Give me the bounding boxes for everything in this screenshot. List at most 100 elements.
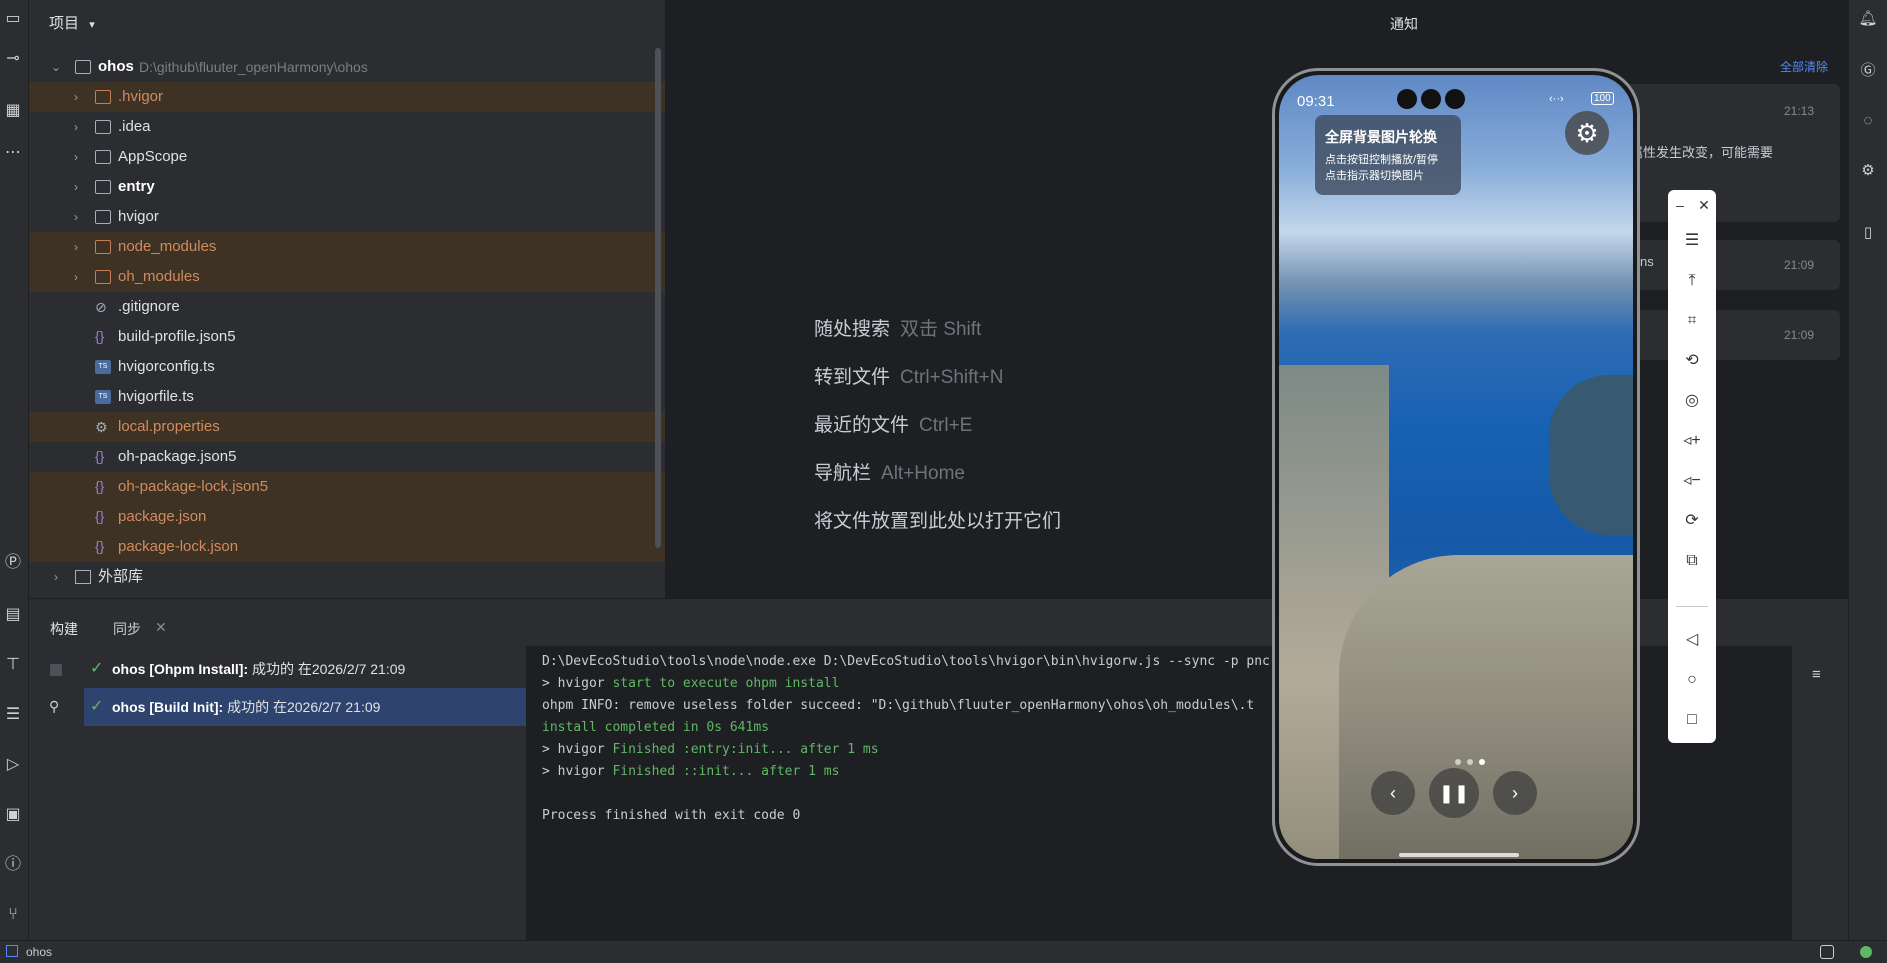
ai-icon[interactable]	[1820, 945, 1834, 959]
close-icon[interactable]: ✕	[155, 619, 167, 636]
folder-icon	[95, 120, 111, 134]
tree-item[interactable]: › entry	[29, 172, 665, 202]
pause-button[interactable]: ❚❚	[1429, 768, 1479, 818]
tree-item[interactable]: {} oh-package.json5	[29, 442, 665, 472]
todo-icon[interactable]: ☰	[2, 704, 24, 726]
device-manager-icon[interactable]: ⚙	[1857, 160, 1879, 182]
menu-icon[interactable]: ☰	[1668, 226, 1716, 256]
tree-item[interactable]: TS hvigorfile.ts	[29, 382, 665, 412]
volume-down-icon[interactable]: ◃−	[1668, 466, 1716, 496]
typescript-file-icon: TS	[95, 390, 111, 404]
rotate-icon[interactable]: ⟲	[1668, 346, 1716, 376]
tree-external-libraries[interactable]: › 外部库	[29, 562, 665, 592]
home-icon[interactable]: ○	[1668, 665, 1716, 695]
chevron-right-icon[interactable]: ›	[49, 562, 63, 592]
layout-icon[interactable]: ▤	[2, 604, 24, 626]
clear-all-link[interactable]: 全部清除	[1780, 58, 1828, 75]
module-icon	[6, 945, 18, 957]
status-project[interactable]: ohos	[26, 941, 52, 963]
build-side-toolbar: ⚲	[29, 646, 84, 940]
commit-icon[interactable]: ⊸	[2, 48, 24, 70]
chevron-right-icon[interactable]: ›	[69, 202, 83, 232]
indicator-dot[interactable]	[1455, 759, 1461, 765]
tree-root[interactable]: ⌄ ohos D:\github\fluuter_openHarmony\oho…	[29, 52, 665, 82]
tree-item[interactable]: › AppScope	[29, 142, 665, 172]
battery-icon: 100	[1591, 92, 1614, 105]
chevron-right-icon[interactable]: ›	[69, 232, 83, 262]
tree-item[interactable]: {} package-lock.json	[29, 532, 665, 562]
next-button[interactable]: ›	[1493, 771, 1537, 815]
chevron-right-icon[interactable]: ›	[69, 142, 83, 172]
console-green-text: start to execute ohpm install	[612, 676, 840, 691]
tree-item[interactable]: ⚙ local.properties	[29, 412, 665, 442]
pin-icon[interactable]: ⚲	[49, 698, 59, 715]
notification-time: 21:09	[1784, 328, 1815, 342]
tree-item[interactable]: {} build-profile.json5	[29, 322, 665, 352]
chevron-down-icon[interactable]: ⌄	[49, 52, 63, 82]
console-line: install completed in 0s 641ms	[542, 720, 769, 735]
recents-icon[interactable]: □	[1668, 705, 1716, 735]
console-line: ohpm INFO: remove useless folder succeed…	[542, 698, 1254, 713]
minimize-icon[interactable]: –	[1668, 190, 1692, 220]
run-icon[interactable]: ▷	[2, 754, 24, 776]
settings-gear-icon[interactable]: ⚙	[1565, 111, 1609, 155]
problems-icon[interactable]: ⓘ	[2, 854, 24, 876]
success-check-icon: ✓	[90, 660, 104, 677]
build-icon[interactable]: ⊤	[2, 654, 24, 676]
console-text: D:\DevEcoStudio\tools\node\node.exe D:\D…	[542, 654, 1255, 669]
project-scrollbar[interactable]	[655, 48, 661, 548]
chevron-right-icon[interactable]: ›	[69, 172, 83, 202]
editor-hint: 导航栏 Alt+Home	[814, 458, 965, 485]
tree-item[interactable]: {} package.json	[29, 502, 665, 532]
tree-item-label: .idea	[118, 118, 151, 135]
more-icon[interactable]: ⋯	[2, 142, 24, 164]
stop-icon[interactable]	[50, 664, 62, 676]
crop-icon[interactable]: ⌗	[1668, 306, 1716, 336]
fold-icon[interactable]: ⧉	[1668, 546, 1716, 576]
plugin-p-icon[interactable]: Ⓟ	[2, 552, 24, 574]
tree-item[interactable]: › node_modules	[29, 232, 665, 262]
soft-wrap-icon[interactable]: ≡	[1812, 666, 1821, 683]
git-icon[interactable]: ⑂	[2, 904, 24, 926]
chevron-right-icon[interactable]: ›	[69, 82, 83, 112]
indicator-dot-active[interactable]	[1479, 759, 1485, 765]
chevron-right-icon[interactable]: ›	[69, 262, 83, 292]
tree-item[interactable]: › .hvigor	[29, 82, 665, 112]
hint-action: 随处搜索	[814, 319, 891, 340]
terminal-icon[interactable]: ▣	[2, 804, 24, 826]
tree-item[interactable]: › .idea	[29, 112, 665, 142]
tab-sync[interactable]: 同步	[113, 619, 141, 639]
back-icon[interactable]: ◁	[1668, 625, 1716, 655]
emulator-toolbar: – ✕ ☰ ⤒ ⌗ ⟲ ◎ ◃+ ◃− ⟳ ⧉ ◁ ○ □	[1668, 190, 1716, 743]
project-view-selector[interactable]: 项目 ▾	[49, 12, 95, 33]
notifications-title: 通知	[1390, 16, 1418, 32]
chevron-right-icon[interactable]: ›	[69, 112, 83, 142]
tree-item[interactable]: › hvigor	[29, 202, 665, 232]
phone-screen[interactable]: 09:31 ‹··› 100 全屏背景图片轮换 点击按钮控制播放/暂停 点击指示…	[1279, 75, 1633, 859]
screenshot-icon[interactable]: ◎	[1668, 386, 1716, 416]
tree-item[interactable]: › oh_modules	[29, 262, 665, 292]
codegenie-icon[interactable]: Ⓖ	[1857, 60, 1879, 82]
console-line: D:\DevEcoStudio\tools\node\node.exe D:\D…	[542, 654, 1356, 669]
tab-build[interactable]: 构建	[50, 619, 78, 639]
build-item[interactable]: ✓ ohos [Build Init]: 成功的 在2026/2/7 21:09	[84, 688, 526, 726]
root-name: ohos	[98, 58, 134, 75]
notifications-bell-icon[interactable]: 🔔︎	[1857, 8, 1879, 30]
build-item[interactable]: ✓ ohos [Ohpm Install]: 成功的 在2026/2/7 21:…	[84, 650, 526, 688]
prev-button[interactable]: ‹	[1371, 771, 1415, 815]
folder-icon[interactable]: ▭	[2, 8, 24, 30]
tree-item[interactable]: TS hvigorconfig.ts	[29, 352, 665, 382]
tree-item[interactable]: ⊘ .gitignore	[29, 292, 665, 322]
pin-top-icon[interactable]: ⤒	[1668, 266, 1716, 296]
volume-up-icon[interactable]: ◃+	[1668, 426, 1716, 456]
close-icon[interactable]: ✕	[1692, 190, 1716, 220]
home-indicator[interactable]	[1399, 853, 1519, 857]
device-icon[interactable]: ▯	[1857, 222, 1879, 244]
right-tool-strip: 🔔︎ Ⓖ ◌ ⚙ ▯	[1848, 0, 1887, 962]
indicator-dot[interactable]	[1467, 759, 1473, 765]
tree-item[interactable]: {} oh-package-lock.json5	[29, 472, 665, 502]
swirl-icon[interactable]: ◌	[1857, 110, 1879, 132]
phone-emulator[interactable]: 09:31 ‹··› 100 全屏背景图片轮换 点击按钮控制播放/暂停 点击指示…	[1272, 68, 1640, 866]
rotate-device-icon[interactable]: ⟳	[1668, 506, 1716, 536]
structure-icon[interactable]: ▦	[2, 100, 24, 122]
